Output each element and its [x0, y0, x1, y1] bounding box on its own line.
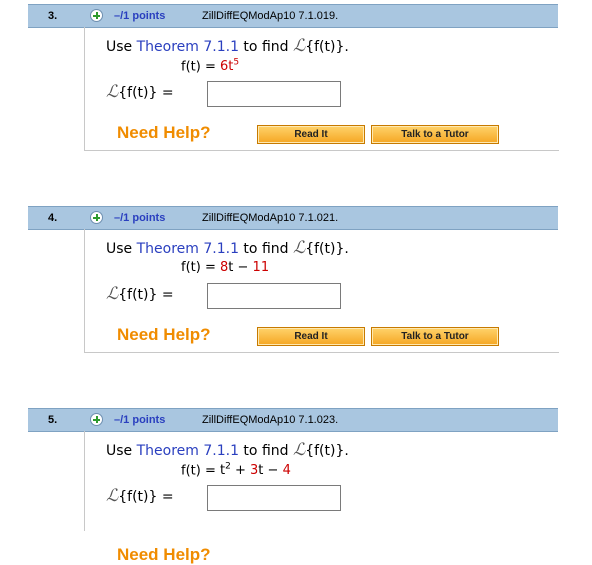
question-header: 3. –/1 points ZillDiffEQModAp10 7.1.019. [28, 4, 558, 28]
answer-input[interactable] [207, 283, 341, 309]
laplace-symbol: ℒ [292, 440, 306, 460]
question-number: 3. [48, 10, 58, 22]
question-body: Use Theorem 7.1.1 to find ℒ{f(t)}. f(t) … [84, 431, 559, 564]
answer-input[interactable] [207, 485, 341, 511]
read-it-button[interactable]: Read It [257, 125, 365, 144]
laplace-symbol: ℒ [106, 284, 119, 304]
points-label: –/1 points [114, 212, 166, 224]
plus-circle-icon[interactable] [90, 211, 103, 224]
need-help-label: Need Help? [117, 325, 211, 344]
answer-input[interactable] [207, 81, 341, 107]
question-source: ZillDiffEQModAp10 7.1.023. [202, 414, 339, 426]
answer-label: ℒ{f(t)} = [106, 284, 174, 304]
laplace-symbol: ℒ [106, 486, 119, 506]
read-it-button[interactable]: Read It [257, 327, 365, 346]
points-label: –/1 points [114, 10, 166, 22]
theorem-link[interactable]: Theorem 7.1.1 [137, 39, 239, 55]
question-3: 3. –/1 points ZillDiffEQModAp10 7.1.019.… [0, 4, 560, 164]
points-label: –/1 points [114, 414, 166, 426]
need-help-label: Need Help? [117, 545, 211, 564]
theorem-link[interactable]: Theorem 7.1.1 [137, 241, 239, 257]
function-term: − [263, 463, 283, 479]
theorem-link[interactable]: Theorem 7.1.1 [137, 443, 239, 459]
function-definition: f(t) = t2 + 3t − 4 [181, 462, 291, 479]
question-5: 5. –/1 points ZillDiffEQModAp10 7.1.023.… [0, 408, 560, 564]
question-number: 4. [48, 212, 58, 224]
instruction-text: Use Theorem 7.1.1 to find ℒ{f(t)}. [106, 238, 349, 258]
talk-to-tutor-button[interactable]: Talk to a Tutor [371, 125, 499, 144]
plus-circle-icon[interactable] [90, 413, 103, 426]
instruction-text: Use Theorem 7.1.1 to find ℒ{f(t)}. [106, 36, 349, 56]
question-body: Use Theorem 7.1.1 to find ℒ{f(t)}. f(t) … [84, 27, 559, 151]
question-header: 5. –/1 points ZillDiffEQModAp10 7.1.023. [28, 408, 558, 432]
laplace-symbol: ℒ [292, 36, 306, 56]
question-header: 4. –/1 points ZillDiffEQModAp10 7.1.021. [28, 206, 558, 230]
plus-circle-icon[interactable] [90, 9, 103, 22]
function-term: 11 [252, 260, 270, 275]
need-help-label: Need Help? [117, 123, 211, 142]
talk-to-tutor-button[interactable]: Talk to a Tutor [371, 327, 499, 346]
question-body: Use Theorem 7.1.1 to find ℒ{f(t)}. f(t) … [84, 229, 559, 353]
function-term: − [233, 260, 253, 275]
function-definition: f(t) = 6t5 [181, 58, 240, 75]
question-source: ZillDiffEQModAp10 7.1.021. [202, 212, 339, 224]
laplace-symbol: ℒ [106, 82, 119, 102]
question-number: 5. [48, 414, 58, 426]
instruction-text: Use Theorem 7.1.1 to find ℒ{f(t)}. [106, 440, 349, 460]
question-4: 4. –/1 points ZillDiffEQModAp10 7.1.021.… [0, 206, 560, 366]
function-definition: f(t) = 8t − 11 [181, 260, 270, 275]
laplace-symbol: ℒ [292, 238, 306, 258]
answer-label: ℒ{f(t)} = [106, 486, 174, 506]
answer-label: ℒ{f(t)} = [106, 82, 174, 102]
function-term: + [230, 463, 250, 479]
function-term: 5 [233, 58, 240, 68]
question-source: ZillDiffEQModAp10 7.1.019. [202, 10, 339, 22]
function-term: 4 [282, 463, 291, 479]
